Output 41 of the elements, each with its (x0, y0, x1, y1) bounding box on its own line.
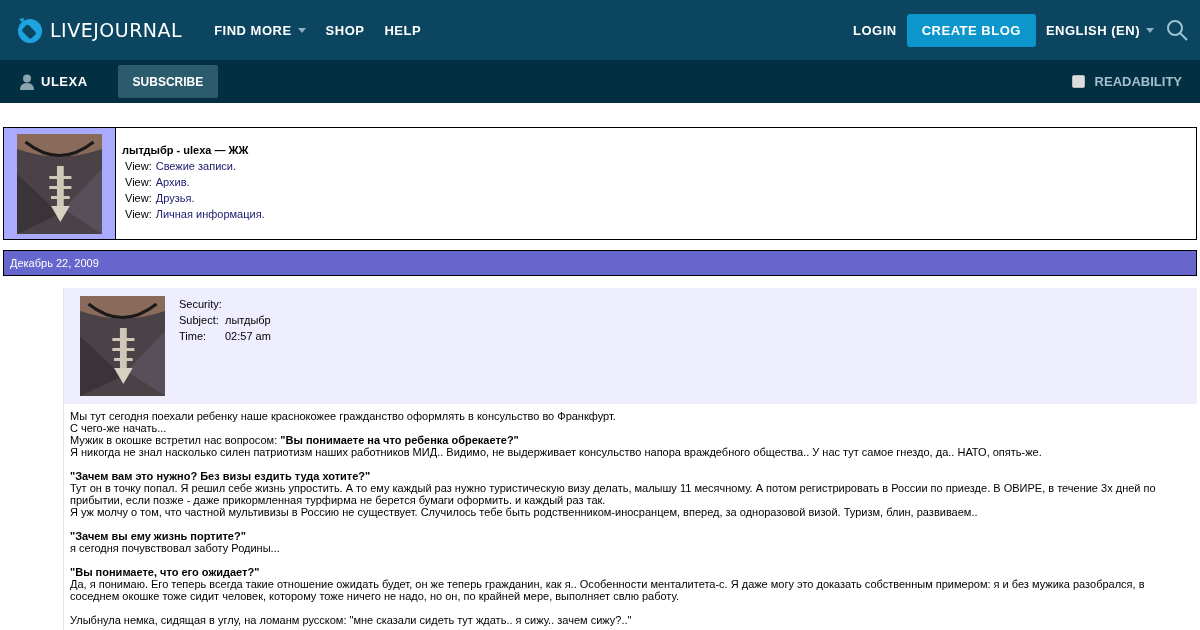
post-text: Я никогда не знал насколько силен патриотизм наших работников МИД.. Видимо, не выдерживает консульство напора враждебного общества.. У нас тут самое гнездо, да.. НАТО, опять-же. (70, 446, 1043, 458)
post-text: я сегодня почувствовал заботу Родины... (70, 542, 281, 554)
nav-link[interactable]: FIND MORE (214, 22, 306, 38)
post-text: Тут он в точку попал. Я решил себе жизнь упростить. А то ему каждый раз нужно туристическую визу делать, малышу 11 месячному. А потом регистрировать в России по приезде. В ОВИРЕ, в течение 3х дней по прибытии, если позже - даже прикормленная турфирма не берется бумаги оформить. и каждый раз так. (70, 482, 1157, 506)
post-text: Мужик в окошке встретил нас вопросом: "Вы понимаете на что ребенка обрекаете?" (70, 434, 520, 446)
language-selector[interactable]: ENGLISH (EN) (1045, 22, 1154, 38)
login-link[interactable]: LOGIN (853, 22, 897, 38)
post-text: Мы тут сегодня поехали ребенку наше краснокожее гражданство оформлять в консульство во Франкфурт. (70, 410, 617, 422)
journal-title: лытдыбр - ulexa — ЖЖ (122, 143, 250, 158)
post-text: "Зачем вам это нужно? Без визы ездить туда хотите?" (70, 470, 372, 482)
view-label: View: (125, 175, 152, 190)
meta-value: лытдыбр (225, 313, 271, 328)
post-text: Улыбнула немка, сидящая в углу, на ломанм русском: "мне сказали сидеть тут ждать.. я сижу.. зачем сижу?.." (70, 614, 633, 626)
date-bar: Декабрь 22, 2009 (3, 250, 1197, 276)
logo[interactable]: LIVEJOURNAL (16, 16, 183, 44)
post-text: С чего-же начать... (70, 422, 168, 434)
readability-checkbox[interactable] (1071, 75, 1085, 88)
meta-value: 02:57 am (225, 329, 271, 344)
post-text: "Вы понимаете, что его ожидает?" (70, 566, 261, 578)
post-text: Да, я понимаю. Его теперь всегда такие отношение ожидать будет, он же теперь гражданин, как я.. Особенности менталитета-с. Я даже могу это доказать собственным примером: я и без мужика разобрался, в соседнем окошке тоже сидит человек, которому тоже ничего не надо, но он, по крайней мере, выполняет свлю работу. (70, 578, 1146, 602)
logo-icon (16, 16, 44, 44)
readability-toggle[interactable]: READABILITY (1071, 74, 1182, 89)
subscribe-button[interactable]: SUBSCRIBE (117, 65, 219, 98)
view-label: View: (125, 191, 152, 206)
meta-label: Subject: (179, 313, 220, 328)
caret-icon (1146, 27, 1154, 33)
view-link[interactable]: Друзья. (155, 190, 195, 206)
post-text: "Зачем вы ему жизнь портите?" (70, 530, 247, 542)
view-label: View: (125, 207, 152, 222)
search-icon (1166, 19, 1188, 41)
user-icon (20, 73, 34, 90)
view-label: View: (125, 159, 152, 174)
view-link[interactable]: Архив. (155, 174, 190, 190)
username-link[interactable]: ULEXA (20, 73, 88, 90)
meta-label: Time: (179, 329, 208, 344)
nav-link[interactable]: HELP (384, 22, 422, 38)
view-link[interactable]: Свежие записи. (155, 158, 236, 174)
view-link[interactable]: Личная информация. (155, 206, 265, 222)
nav-link[interactable]: SHOP (325, 22, 365, 38)
post-text: Я уж молчу о том, что частной мультивизы в Россию не существует. Случилось тебе быть родственником-иносранцем, вперед, за одноразовой визой. Туризм, блин, развиваем.. (70, 506, 979, 518)
meta-label: Security: (179, 297, 223, 312)
